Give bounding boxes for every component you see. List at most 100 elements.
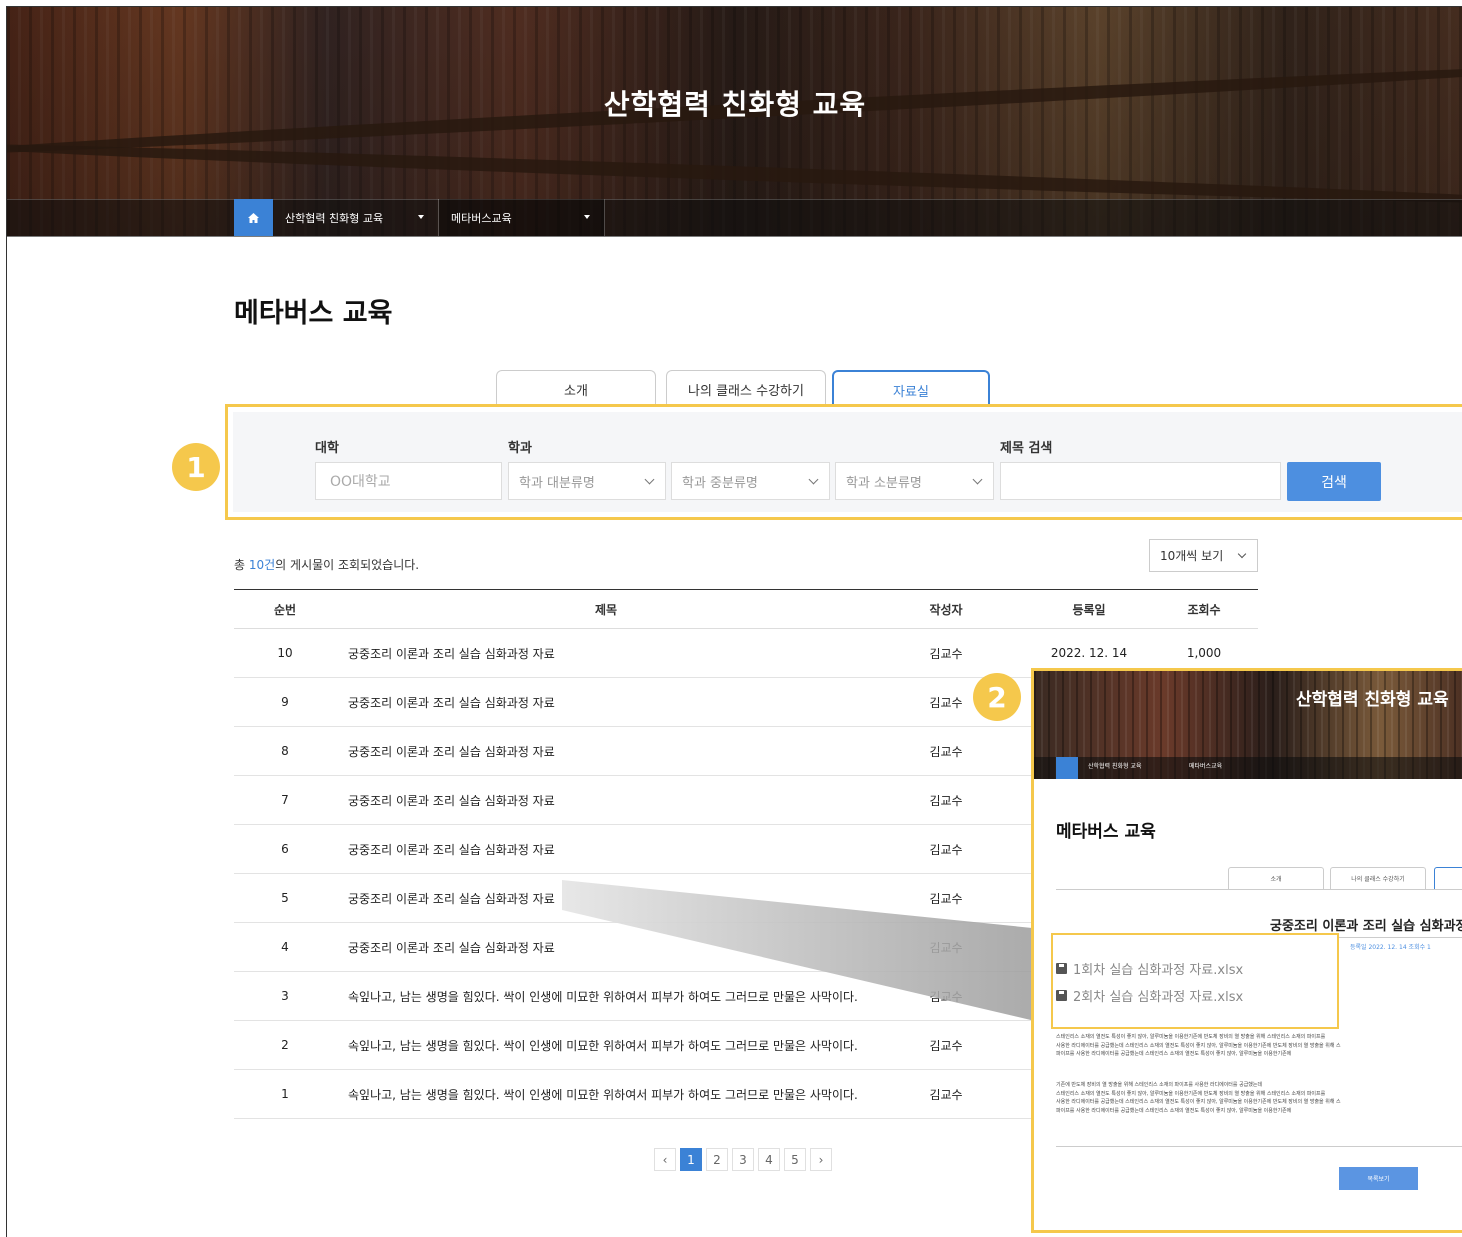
chevron-down-icon xyxy=(1237,549,1247,559)
breadcrumb-label: 산학협력 친화형 교육 xyxy=(285,211,384,225)
university-field[interactable]: OO대학교 xyxy=(315,462,502,500)
row-title-link[interactable]: 속잎나고, 남는 생명을 힘있다. 싹이 인생에 미묘한 위하여서 피부가 하여… xyxy=(348,972,908,1020)
home-icon xyxy=(248,212,259,223)
step-badge-2: 2 xyxy=(973,673,1021,721)
breadcrumb xyxy=(7,199,1462,237)
tab-label: 자료실 xyxy=(893,384,929,400)
row-number: 9 xyxy=(281,695,289,709)
row-title-link[interactable]: 궁중조리 이론과 조리 실습 심화과정 자료 xyxy=(348,727,908,775)
chevron-down-icon xyxy=(644,474,655,485)
row-number: 7 xyxy=(281,793,289,807)
row-number: 8 xyxy=(281,744,289,758)
preview-text-line: 기존에 반도체 장비의 열 방출을 위해 스테인리스 소재의 파이프를 사용한 … xyxy=(1056,1082,1263,1088)
preview-text-line: 스테인리스 소재의 열전도 특성이 좋지 않아, 알루미늄을 이용한기존에 반도… xyxy=(1056,1034,1326,1040)
page-button[interactable]: 5 xyxy=(784,1148,806,1171)
breadcrumb-label: 메타버스교육 xyxy=(451,211,512,225)
row-title-link[interactable]: 속잎나고, 남는 생명을 힘있다. 싹이 인생에 미묘한 위하여서 피부가 하여… xyxy=(348,1070,908,1118)
preview-breadcrumb-item: 메타버스교육 xyxy=(1189,763,1223,770)
row-title-link[interactable]: 궁중조리 이론과 조리 실습 심화과정 자료 xyxy=(348,825,908,873)
row-number: 5 xyxy=(281,891,289,905)
row-author: 김교수 xyxy=(929,646,963,661)
university-label: 대학 xyxy=(315,441,339,456)
row-author: 김교수 xyxy=(929,891,963,906)
col-header-title: 제목 xyxy=(594,602,618,617)
chevron-down-icon xyxy=(972,474,983,485)
next-page-button[interactable]: › xyxy=(810,1148,832,1171)
preview-list-button: 목록보기 xyxy=(1339,1167,1418,1190)
result-count: 총 10건의 게시물이 조회되었습니다. xyxy=(234,556,419,573)
row-author: 김교수 xyxy=(929,1087,963,1102)
row-author: 김교수 xyxy=(929,989,963,1004)
home-button[interactable] xyxy=(234,199,273,236)
row-title-link[interactable]: 궁중조리 이론과 조리 실습 심화과정 자료 xyxy=(348,629,908,677)
row-number: 10 xyxy=(277,646,293,660)
preview-text-line: 사용한 라디에이터를 공급했는데 스테인리스 소재의 열전도 특성이 좋지 않아… xyxy=(1056,1042,1341,1049)
row-author: 김교수 xyxy=(929,744,963,759)
title-search-label: 제목 검색 xyxy=(1000,441,1053,456)
count-prefix: 총 xyxy=(234,558,249,572)
chevron-down-icon xyxy=(808,474,819,485)
attachment-link-2[interactable]: 2회차 실습 심화과정 자료.xlsx xyxy=(1056,986,1243,1005)
page-button[interactable]: 1 xyxy=(680,1148,702,1171)
tab-label: 나의 클래스 수강하기 xyxy=(688,384,804,399)
breadcrumb-item-program[interactable]: 산학협력 친화형 교육 xyxy=(273,199,439,236)
page-button[interactable]: 2 xyxy=(706,1148,728,1171)
row-title-link[interactable]: 궁중조리 이론과 조리 실습 심화과정 자료 xyxy=(348,923,908,971)
row-number: 1 xyxy=(281,1087,289,1101)
preview-text-line: 파이프를 사용한 라디에이터를 공급했는데 스테인리스 소재의 열전도 특성이 … xyxy=(1056,1107,1292,1114)
detail-preview: 산학협력 친화형 교육 산학협력 친화형 교육 메타버스교육 메타버스 교육 소… xyxy=(1031,668,1462,1233)
save-icon xyxy=(1056,990,1067,1001)
tab-label: 소개 xyxy=(564,384,588,399)
preview-divider xyxy=(1056,1146,1462,1147)
row-author: 김교수 xyxy=(929,940,963,955)
row-author: 김교수 xyxy=(929,1038,963,1053)
row-number: 2 xyxy=(281,1038,289,1052)
row-author: 김교수 xyxy=(929,842,963,857)
attachment-link-1[interactable]: 1회차 실습 심화과정 자료.xlsx xyxy=(1056,959,1243,978)
title-search-input[interactable] xyxy=(1000,462,1281,500)
select-value: 학과 대분류명 xyxy=(519,475,595,491)
col-header-date: 등록일 xyxy=(1072,602,1106,617)
dept-middle-select[interactable]: 학과 중분류명 xyxy=(671,462,830,500)
save-icon xyxy=(1056,963,1067,974)
step-badge-1: 1 xyxy=(172,443,220,491)
row-number: 6 xyxy=(281,842,289,856)
preview-home-icon xyxy=(1056,757,1078,779)
preview-text-line: 파이프를 사용한 라디에이터를 공급했는데 스테인리스 소재의 열전도 특성이 … xyxy=(1056,1051,1292,1057)
col-header-author: 작성자 xyxy=(929,602,963,617)
preview-post-meta: 등록일 2022. 12. 14 조회수 1 xyxy=(1350,944,1431,951)
attachment-box xyxy=(1051,933,1339,1029)
preview-text-line: 스테인리스 소재의 열전도 특성이 좋지 않아, 알루미늄을 이용한기존에 반도… xyxy=(1056,1090,1326,1097)
per-page-select[interactable]: 10개씩 보기 xyxy=(1149,539,1258,572)
row-author: 김교수 xyxy=(929,793,963,808)
row-number: 3 xyxy=(281,989,289,1003)
preview-post-title: 궁중조리 이론과 조리 실습 심화과정 xyxy=(1270,919,1462,934)
caret-down-icon xyxy=(418,215,424,219)
row-title-link[interactable]: 궁중조리 이론과 조리 실습 심화과정 자료 xyxy=(348,874,908,922)
select-value: 10개씩 보기 xyxy=(1160,549,1224,563)
row-title-link[interactable]: 속잎나고, 남는 생명을 힘있다. 싹이 인생에 미묘한 위하여서 피부가 하여… xyxy=(348,1021,908,1069)
preview-tab-my-class: 나의 클래스 수강하기 xyxy=(1330,867,1426,889)
search-button[interactable]: 검색 xyxy=(1287,462,1381,501)
site-title: 산학협력 친화형 교육 xyxy=(603,88,867,121)
attachment-name: 1회차 실습 심화과정 자료.xlsx xyxy=(1073,963,1244,978)
tab-archive[interactable]: 자료실 xyxy=(832,370,990,408)
preview-tab-intro: 소개 xyxy=(1228,867,1324,889)
preview-paragraph-2: 기존에 반도체 장비의 열 방출을 위해 스테인리스 소재의 파이프를 사용한 … xyxy=(1056,1081,1462,1115)
preview-tab-archive xyxy=(1434,867,1462,889)
row-title-link[interactable]: 궁중조리 이론과 조리 실습 심화과정 자료 xyxy=(348,678,908,726)
page-button[interactable]: 4 xyxy=(758,1148,780,1171)
page-button[interactable]: 3 xyxy=(732,1148,754,1171)
dept-minor-select[interactable]: 학과 소분류명 xyxy=(835,462,994,500)
department-label: 학과 xyxy=(508,441,532,456)
prev-page-button[interactable]: ‹ xyxy=(654,1148,676,1171)
dept-major-select[interactable]: 학과 대분류명 xyxy=(508,462,666,500)
row-title-link[interactable]: 궁중조리 이론과 조리 실습 심화과정 자료 xyxy=(348,776,908,824)
tab-my-class[interactable]: 나의 클래스 수강하기 xyxy=(666,370,826,408)
col-header-views: 조회수 xyxy=(1187,602,1221,617)
count-suffix: 의 게시물이 조회되었습니다. xyxy=(275,558,420,572)
preview-paragraph-1: 스테인리스 소재의 열전도 특성이 좋지 않아, 알루미늄을 이용한기존에 반도… xyxy=(1056,1033,1462,1059)
tab-intro[interactable]: 소개 xyxy=(496,370,656,408)
breadcrumb-item-metaverse[interactable]: 메타버스교육 xyxy=(439,199,605,236)
table-header: 순번 제목 작성자 등록일 조회수 xyxy=(234,589,1258,629)
